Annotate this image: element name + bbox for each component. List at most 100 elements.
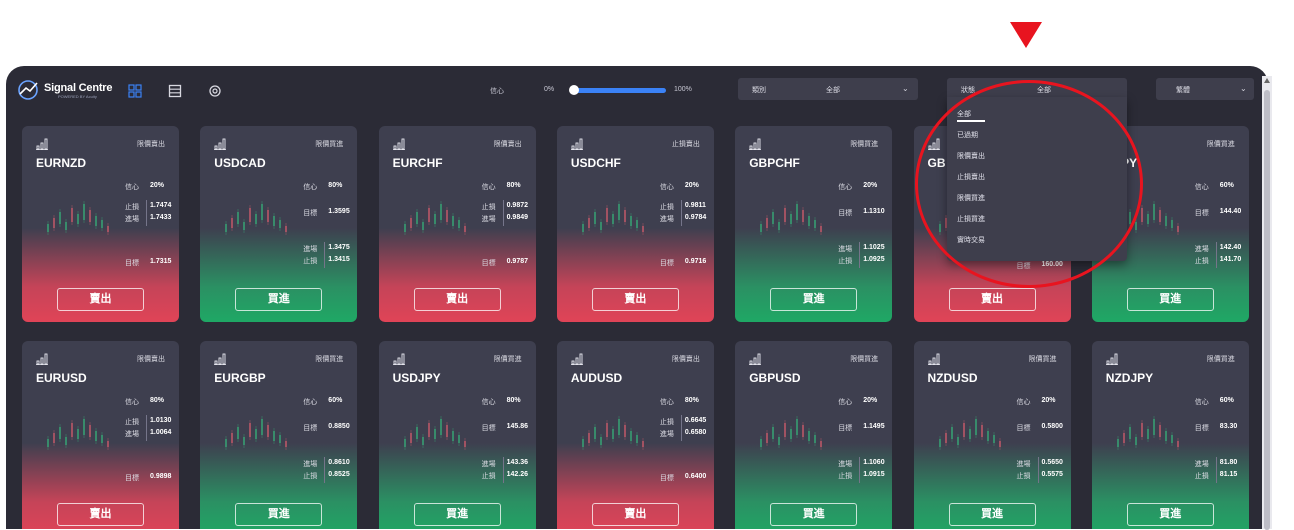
grid-view-icon[interactable] [128, 84, 142, 98]
buy-button[interactable]: 買進 [413, 503, 501, 526]
divider [502, 457, 504, 483]
confidence-label: 信心 [125, 184, 139, 191]
scrollbar-thumb[interactable] [1264, 90, 1270, 530]
signal-card[interactable]: 限價賣出 EURCHF 信心 80% 止損 0.9872 進場 0.9849 目標 0.9787 賣… [378, 126, 536, 322]
confidence-slider[interactable] [569, 85, 666, 95]
sell-button[interactable]: 賣出 [591, 288, 679, 311]
signal-card[interactable]: 限價買進 USDJPY 信心 80% 目標 145.86 進場 143.36 止損 142.26 買… [378, 341, 536, 529]
candlestick-icon [225, 201, 288, 235]
signal-bars-icon [36, 138, 48, 150]
confidence-value: 20% [863, 397, 878, 404]
signal-bars-icon [1105, 353, 1118, 365]
signal-card[interactable]: 限價買進 USDCAD 信心 80% 目標 1.3595 進場 1.3475 止損 1.3415 買… [200, 126, 358, 322]
card-status: 限價買進 [315, 141, 344, 148]
entry-value: 142.40 [1219, 244, 1242, 251]
sell-button[interactable]: 賣出 [57, 288, 144, 311]
logo[interactable]: Signal Centre POWERED BY Acuity [16, 78, 113, 102]
slider-handle[interactable] [569, 85, 579, 95]
sell-button[interactable]: 賣出 [591, 503, 679, 526]
target-value: 145.86 [506, 423, 529, 430]
stop-label: 止損 [303, 473, 318, 480]
buy-button[interactable]: 買進 [948, 503, 1036, 526]
entry-label: 進場 [838, 246, 853, 253]
confidence-value: 20% [150, 182, 165, 189]
candlestick-icon [403, 416, 466, 450]
stop-value: 141.70 [1219, 256, 1242, 263]
divider [680, 415, 682, 441]
stop-label: 止損 [659, 419, 674, 426]
entry-value: 81.80 [1219, 459, 1238, 466]
card-status: 限價買進 [1028, 356, 1057, 363]
category-select[interactable]: 類別 全部 ⌄ [738, 78, 918, 100]
buy-button[interactable]: 買進 [770, 503, 858, 526]
stop-label: 止損 [1016, 473, 1031, 480]
confidence-value: 80% [150, 397, 165, 404]
sell-button[interactable]: 賣出 [948, 288, 1036, 311]
buy-button[interactable]: 買進 [1126, 503, 1214, 526]
divider [324, 242, 326, 268]
annotation-circle [915, 80, 1143, 288]
scroll-up-icon[interactable] [1264, 78, 1270, 83]
card-pair: USDJPY [392, 371, 441, 385]
stop-value: 0.8525 [328, 471, 350, 478]
candlestick-icon [938, 416, 1001, 450]
entry-value: 1.1025 [863, 244, 885, 251]
confidence-value: 80% [328, 182, 343, 189]
list-view-icon[interactable] [168, 84, 182, 98]
candlestick-icon [47, 416, 109, 450]
target-value: 1.1495 [863, 423, 885, 430]
confidence-label: 信心 [838, 184, 853, 191]
stop-label: 止損 [1194, 258, 1209, 265]
buy-button[interactable]: 買進 [235, 288, 323, 311]
entry-value: 1.1060 [863, 459, 885, 466]
confidence-label: 信心 [659, 184, 674, 191]
settings-icon[interactable] [208, 84, 222, 98]
signal-bars-icon [392, 353, 405, 365]
target-value: 144.40 [1219, 208, 1242, 215]
card-pair: GBPCHF [749, 156, 800, 170]
signal-card[interactable]: 限價買進 EURGBP 信心 60% 目標 0.8850 進場 0.8610 止損 0.8525 買… [200, 341, 358, 529]
stop-value: 1.0130 [150, 417, 172, 424]
entry-label: 進場 [1016, 461, 1031, 468]
confidence-min: 0% [544, 86, 555, 93]
divider [1037, 457, 1039, 483]
signal-card[interactable]: 限價買進 NZDJPY 信心 60% 目標 83.30 進場 81.80 止損 81.15 買進 [1091, 341, 1249, 529]
stop-label: 止損 [1194, 473, 1209, 480]
confidence-value: 60% [1219, 397, 1234, 404]
signal-card[interactable]: 限價賣出 EURUSD 信心 80% 止損 1.0130 進場 1.0064 目標 0.9898 賣… [22, 341, 179, 529]
scrollbar[interactable] [1262, 76, 1272, 530]
target-label: 目標 [125, 260, 139, 267]
sell-button[interactable]: 賣出 [413, 288, 501, 311]
entry-value: 0.6580 [684, 429, 707, 436]
card-status: 限價買進 [1206, 141, 1235, 148]
card-status: 限價賣出 [137, 141, 165, 148]
target-label: 目標 [481, 425, 496, 432]
buy-button[interactable]: 買進 [770, 288, 858, 311]
language-select[interactable]: 繁體 ⌄ [1156, 78, 1254, 100]
stop-value: 142.26 [506, 471, 529, 478]
confidence-label: 信心 [490, 88, 504, 95]
entry-value: 1.3475 [328, 244, 350, 251]
card-status: 限價買進 [493, 356, 522, 363]
signal-card[interactable]: 限價買進 NZDUSD 信心 20% 目標 0.5800 進場 0.5650 止損 0.5575 買… [913, 341, 1071, 529]
stop-value: 1.0925 [863, 256, 885, 263]
signal-card[interactable]: 限價買進 GBPUSD 信心 20% 目標 1.1495 進場 1.1060 止損 1.0915 買… [735, 341, 893, 529]
signal-card[interactable]: 止損賣出 USDCHF 信心 20% 止損 0.9811 進場 0.9784 目標 0.9716 賣… [556, 126, 714, 322]
signal-card[interactable]: 限價賣出 EURNZD 信心 20% 止損 1.7474 進場 1.7433 目標 1.7315 賣… [22, 126, 179, 322]
chevron-down-icon: ⌄ [1240, 84, 1247, 93]
signal-card[interactable]: 限價賣出 AUDUSD 信心 80% 止損 0.6645 進場 0.6580 目標 0.6400 賣… [556, 341, 714, 529]
confidence-label: 信心 [1194, 184, 1209, 191]
entry-value: 143.36 [506, 459, 529, 466]
divider [1215, 457, 1217, 483]
stop-label: 止損 [659, 204, 674, 211]
buy-button[interactable]: 買進 [235, 503, 323, 526]
stop-value: 0.9811 [684, 202, 706, 209]
buy-button[interactable]: 買進 [1126, 288, 1214, 311]
signal-card[interactable]: 限價買進 GBPCHF 信心 20% 目標 1.1310 進場 1.1025 止損 1.0925 買… [735, 126, 893, 322]
entry-label: 進場 [659, 216, 674, 223]
logo-subtitle: POWERED BY Acuity [58, 93, 97, 99]
card-pair: EURGBP [214, 371, 266, 385]
sell-button[interactable]: 賣出 [57, 503, 144, 526]
target-label: 目標 [481, 260, 496, 267]
target-label: 目標 [838, 425, 853, 432]
